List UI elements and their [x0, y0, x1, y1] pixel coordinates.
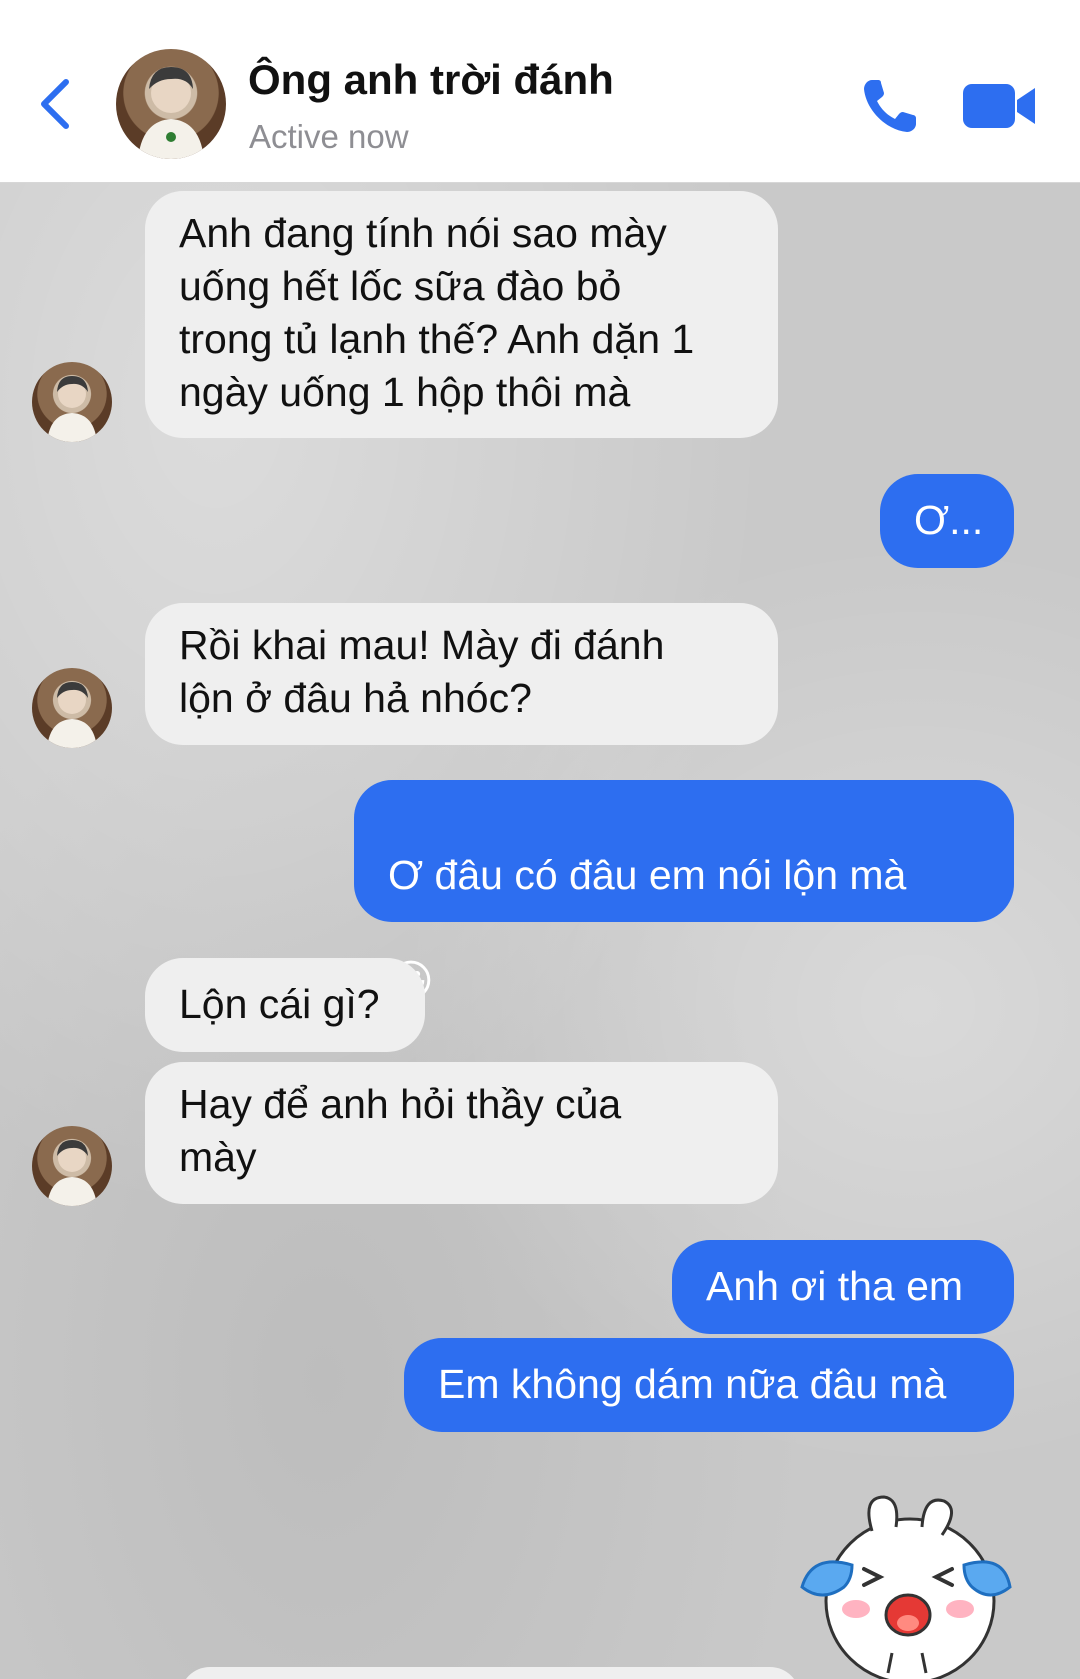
outgoing-message[interactable]: Ơ đâu có đâu em nói lộn mà 😀: [354, 780, 1014, 1006]
contact-avatar[interactable]: [116, 49, 226, 159]
crying-bunny-sticker[interactable]: [792, 1483, 1012, 1679]
outgoing-message[interactable]: Em không dám nữa đâu mà: [404, 1338, 1014, 1432]
voice-call-button[interactable]: [858, 74, 922, 138]
chevron-left-icon: [41, 79, 69, 129]
message-text: Ơ đâu có đâu em nói lộn mà: [388, 852, 907, 898]
active-status: Active now: [249, 118, 409, 155]
avatar-photo: [138, 67, 204, 159]
partial-message[interactable]: [180, 1667, 800, 1679]
incoming-message[interactable]: Anh đang tính nói sao mày uống hết lốc s…: [145, 191, 778, 438]
incoming-message[interactable]: Rồi khai mau! Mày đi đánh lộn ở đâu hả n…: [145, 603, 778, 745]
message-thread[interactable]: Anh đang tính nói sao mày uống hết lốc s…: [0, 183, 1080, 1679]
video-call-button[interactable]: [961, 80, 1037, 132]
outgoing-message[interactable]: Ơ...: [880, 474, 1014, 568]
avatar-photo: [47, 1140, 97, 1206]
phone-icon: [864, 80, 916, 132]
contact-avatar-small[interactable]: [32, 362, 112, 442]
avatar-photo: [47, 376, 97, 442]
contact-avatar-small[interactable]: [32, 1126, 112, 1206]
chat-header: Ông anh trời đánh Active now: [0, 0, 1080, 183]
back-button[interactable]: [36, 76, 76, 132]
incoming-message[interactable]: Hay để anh hỏi thầy của mày: [145, 1062, 778, 1204]
contact-name: Ông anh trời đánh: [248, 56, 614, 103]
avatar-photo: [47, 682, 97, 748]
outgoing-message[interactable]: Anh ơi tha em: [672, 1240, 1014, 1334]
video-camera-icon: [963, 84, 1035, 128]
contact-avatar-small[interactable]: [32, 668, 112, 748]
incoming-message[interactable]: Lộn cái gì?: [145, 958, 425, 1052]
